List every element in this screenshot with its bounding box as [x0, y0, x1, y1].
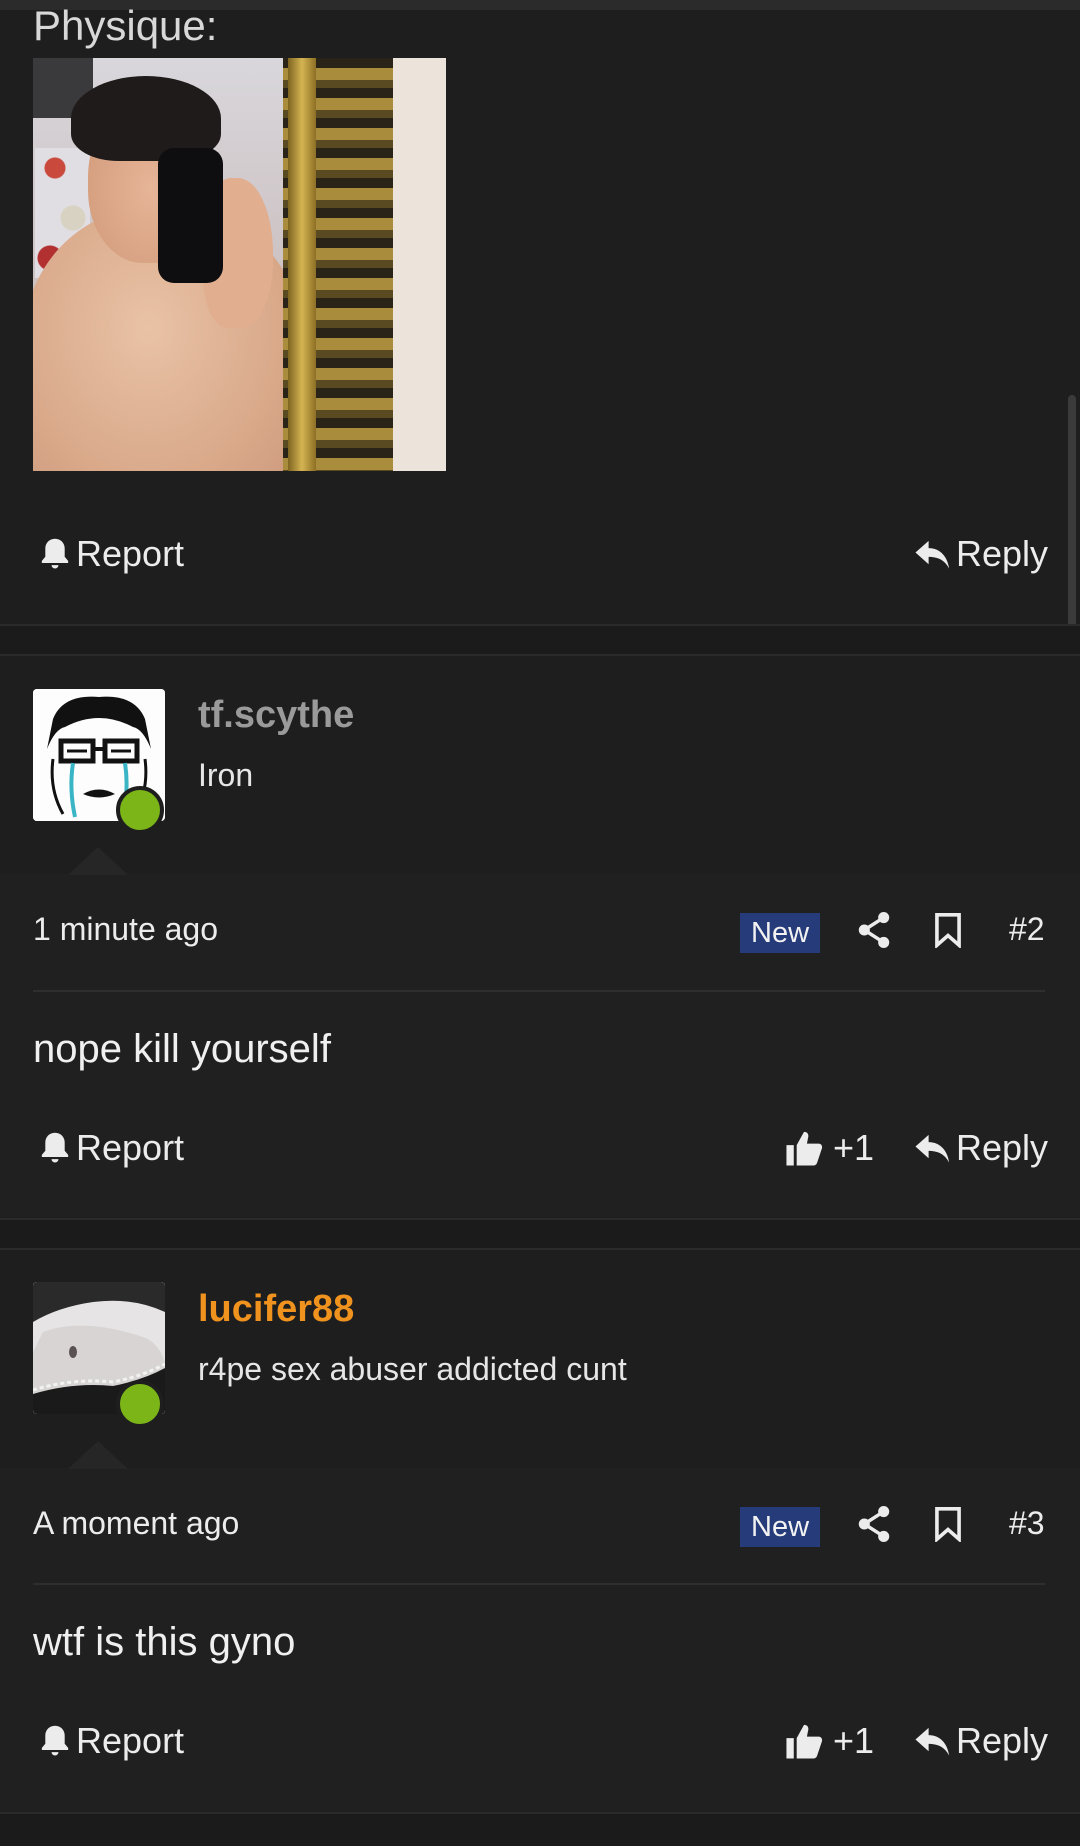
post-gap [0, 1814, 1080, 1846]
reply-icon [915, 540, 950, 569]
post-timestamp[interactable]: 1 minute ago [33, 911, 218, 948]
report-button[interactable]: Report [38, 1127, 184, 1169]
like-count: +1 [833, 1720, 875, 1761]
report-button[interactable]: Report [38, 1720, 184, 1762]
reply-icon [915, 1134, 950, 1163]
report-label: Report [76, 533, 185, 574]
reply-label: Reply [956, 1127, 1049, 1168]
reply-button[interactable]: Reply [914, 1127, 1048, 1169]
username[interactable]: tf.scythe [198, 694, 354, 737]
divider [33, 990, 1045, 992]
bell-icon [41, 538, 69, 569]
thumbs-up-icon [786, 1131, 823, 1166]
username[interactable]: lucifer88 [198, 1288, 354, 1331]
new-badge: New [740, 913, 821, 953]
post-gap [0, 626, 1080, 656]
report-label: Report [76, 1127, 185, 1168]
section-label: Physique: [33, 2, 218, 49]
physique-photo[interactable] [33, 58, 446, 471]
bookmark-icon[interactable] [934, 912, 962, 948]
post-body: wtf is this gyno [33, 1620, 296, 1664]
bell-icon [41, 1132, 69, 1163]
post-number[interactable]: #3 [1009, 1505, 1045, 1542]
reply-label: Reply [956, 533, 1049, 574]
post-number[interactable]: #2 [1009, 911, 1045, 948]
post-gap [0, 1220, 1080, 1250]
report-label: Report [76, 1720, 185, 1761]
thumbs-up-icon [786, 1724, 823, 1759]
user-title: Iron [198, 757, 254, 793]
share-icon[interactable] [857, 1506, 891, 1542]
reply-icon [915, 1727, 950, 1756]
reply-button[interactable]: Reply [914, 1720, 1048, 1762]
post-timestamp[interactable]: A moment ago [33, 1505, 239, 1542]
user-title: r4pe sex abuser addicted cunt [198, 1351, 627, 1387]
caret-pointer [68, 1441, 128, 1469]
post-body: nope kill yourself [33, 1027, 331, 1071]
reply-button[interactable]: Reply [914, 533, 1048, 575]
caret-pointer [68, 847, 128, 875]
like-button[interactable]: +1 [785, 1127, 874, 1169]
new-badge: New [740, 1507, 821, 1547]
online-status-icon [116, 786, 164, 834]
bell-icon [41, 1725, 69, 1756]
divider [33, 1583, 1045, 1585]
online-status-icon [116, 1380, 164, 1428]
report-button[interactable]: Report [38, 533, 184, 575]
share-icon[interactable] [857, 912, 891, 948]
bookmark-icon[interactable] [934, 1506, 962, 1542]
like-button[interactable]: +1 [785, 1720, 874, 1762]
like-count: +1 [833, 1127, 875, 1168]
reply-label: Reply [956, 1720, 1049, 1761]
